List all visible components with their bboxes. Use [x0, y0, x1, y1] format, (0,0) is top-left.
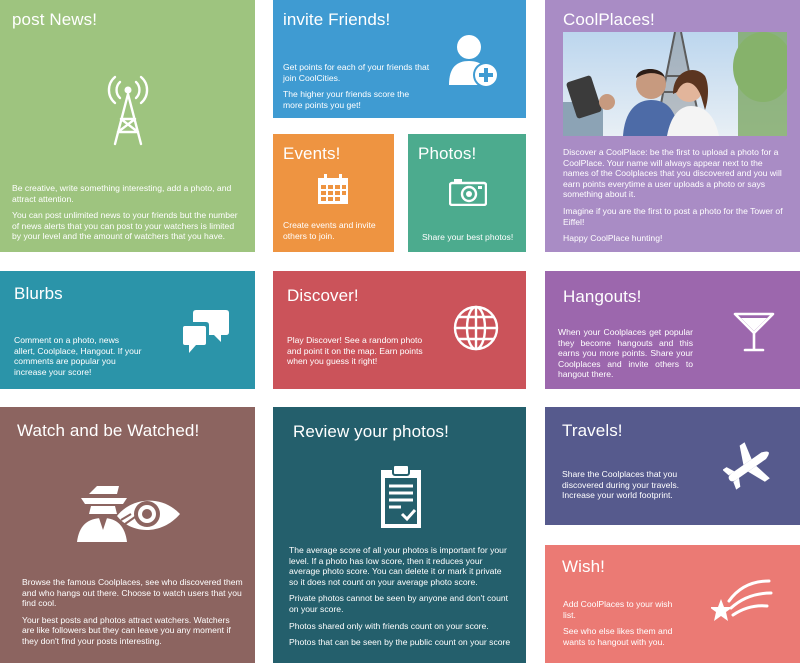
- eiffel-tower-photo: [563, 32, 787, 136]
- tile-text: The average score of all your photos is …: [289, 545, 507, 587]
- tile-title: Wish!: [562, 557, 605, 576]
- tile-title: Travels!: [562, 421, 623, 440]
- tile-text: See who else likes them and wants to han…: [563, 626, 673, 647]
- tile-title: CoolPlaces!: [563, 10, 655, 29]
- tile-title: Watch and be Watched!: [17, 421, 200, 440]
- radio-tower-icon: [103, 74, 153, 146]
- tile-title: invite Friends!: [283, 10, 391, 29]
- add-user-icon: [449, 33, 501, 89]
- tile-text: Be creative, write something interesting…: [12, 183, 232, 204]
- tile-text: You can post unlimited news to your frie…: [12, 210, 238, 242]
- tile-review-photos[interactable]: Review your photos! The average score of…: [273, 407, 526, 663]
- globe-icon: [453, 305, 499, 351]
- tile-post-news[interactable]: post News! Be creative, write something …: [0, 0, 255, 252]
- tile-title: Photos!: [418, 144, 477, 163]
- tile-title: Review your photos!: [293, 422, 449, 441]
- tile-text: Create events and invite others to join.: [283, 220, 376, 241]
- airplane-icon: [723, 440, 775, 492]
- clipboard-check-icon: [379, 464, 423, 530]
- tile-invite-friends[interactable]: invite Friends! Get points for each of y…: [273, 0, 526, 118]
- tile-text: Share your best photos!: [422, 232, 514, 242]
- tile-text: Play Discover! See a random photo and po…: [287, 335, 423, 367]
- tile-title: Blurbs: [14, 284, 63, 303]
- tile-text: Add CoolPlaces to your wish list.: [563, 599, 673, 620]
- tile-text: The higher your friends score the more p…: [283, 89, 410, 110]
- tile-text: Imagine if you are the first to post a p…: [563, 205, 783, 227]
- tile-text: Photos shared only with friends count on…: [289, 620, 489, 631]
- shooting-star-icon: [711, 575, 773, 627]
- tile-discover[interactable]: Discover! Play Discover! See a random ph…: [273, 271, 526, 389]
- tile-events[interactable]: Events! Create events and invite others …: [273, 134, 394, 252]
- tile-title: Hangouts!: [563, 287, 642, 306]
- tile-travels[interactable]: Travels! Share the Coolplaces that you d…: [545, 407, 800, 525]
- tile-photos[interactable]: Photos! Share your best photos!: [408, 134, 526, 252]
- tile-coolplaces[interactable]: CoolPlaces! Discover a CoolPlace: be the…: [545, 0, 800, 252]
- calendar-icon: [317, 173, 349, 205]
- tile-text: Get points for each of your friends that…: [283, 62, 430, 83]
- tile-text: Photos that can be seen by the public co…: [289, 637, 511, 648]
- tile-text: When your Coolplaces get popular they be…: [558, 327, 693, 380]
- cocktail-glass-icon: [733, 311, 775, 353]
- tile-title: Events!: [283, 144, 341, 163]
- camera-icon: [449, 178, 487, 206]
- tile-blurbs[interactable]: Blurbs Comment on a photo, news allert, …: [0, 271, 255, 389]
- spy-eye-icon: [77, 484, 181, 544]
- chat-bubbles-icon: [181, 307, 231, 357]
- tile-title: post News!: [12, 10, 98, 29]
- tile-text: Discover a CoolPlace: be the first to up…: [563, 147, 782, 200]
- tile-text: Browse the famous Coolplaces, see who di…: [22, 577, 243, 609]
- tile-wish[interactable]: Wish! Add CoolPlaces to your wish list. …: [545, 545, 800, 663]
- tile-hangouts[interactable]: Hangouts! When your Coolplaces get popul…: [545, 271, 800, 389]
- tile-watch[interactable]: Watch and be Watched! Browse the famous …: [0, 407, 255, 663]
- tile-text: Your best posts and photos attract watch…: [22, 614, 231, 646]
- tile-text: Private photos cannot be seen by anyone …: [289, 593, 509, 614]
- tile-text: Happy CoolPlace hunting!: [563, 233, 663, 244]
- tile-text: Comment on a photo, news allert, Coolpla…: [14, 335, 142, 377]
- tile-text: Share the Coolplaces that you discovered…: [562, 469, 680, 501]
- tile-title: Discover!: [287, 286, 359, 305]
